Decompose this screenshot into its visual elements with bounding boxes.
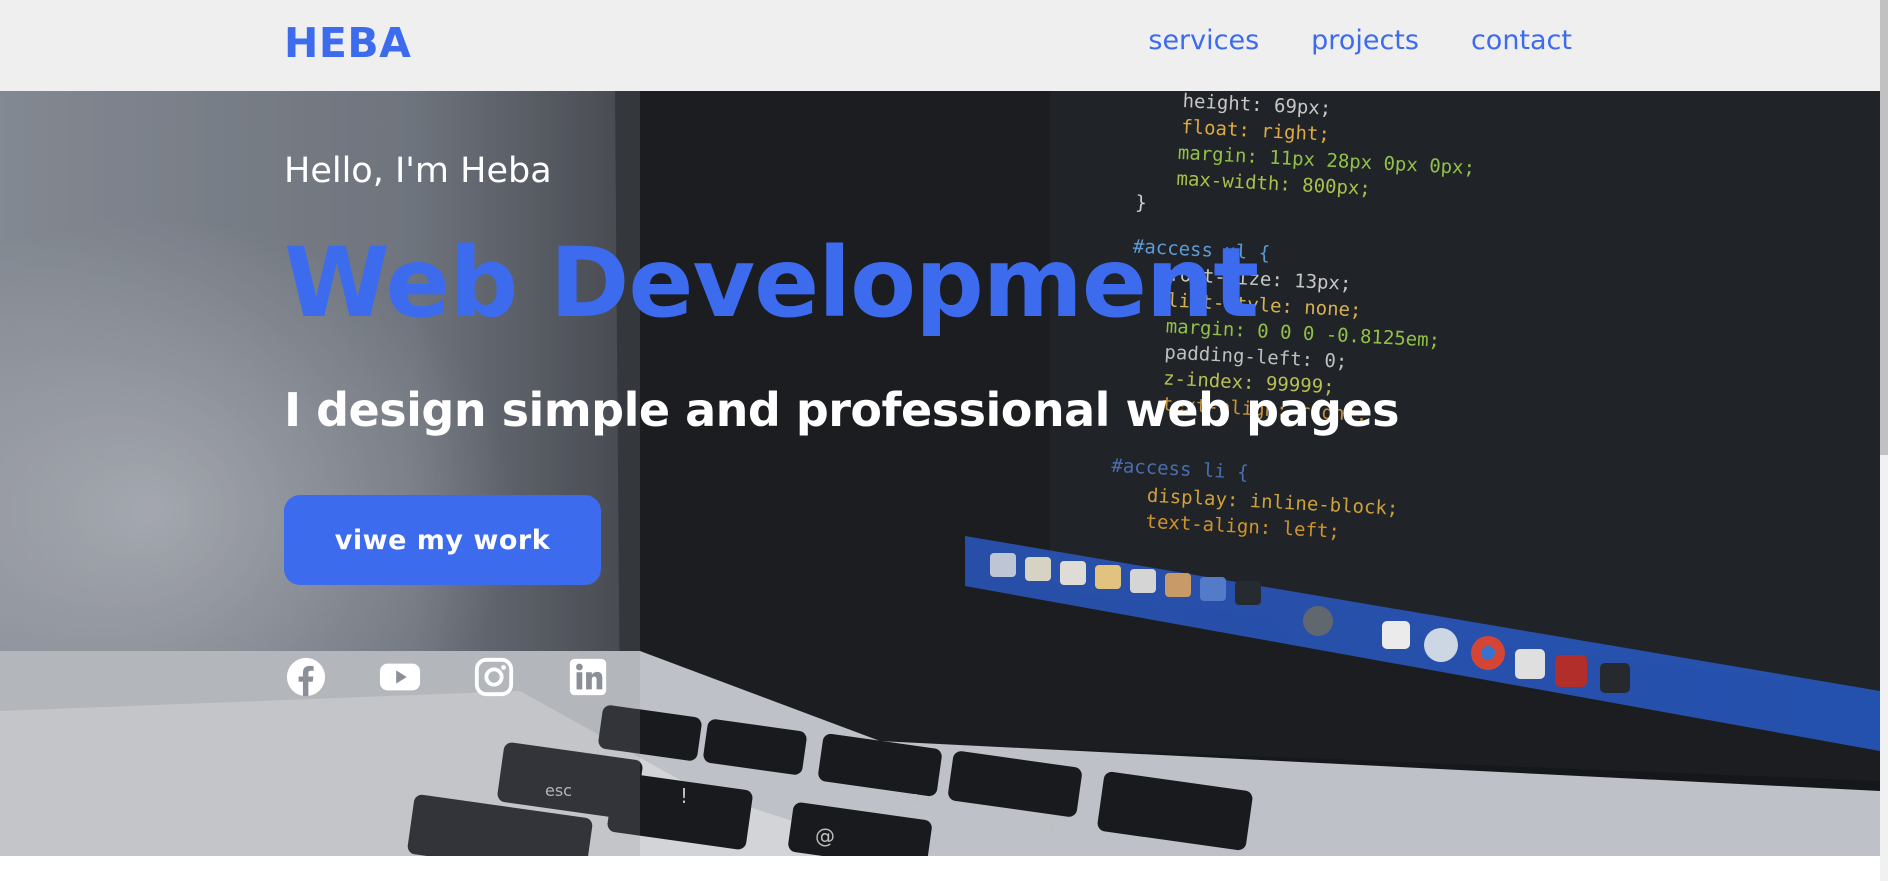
headline: Web Development: [284, 227, 1259, 339]
hero-section: height: 69px; float: right; margin: 11px…: [0, 91, 1880, 856]
navbar: HEBA services projects contact: [0, 0, 1880, 91]
greeting: Hello, I'm Heba: [284, 151, 552, 191]
instagram-icon[interactable]: [472, 656, 516, 698]
scrollbar-thumb[interactable]: [1880, 0, 1888, 455]
linkedin-icon[interactable]: [566, 656, 610, 698]
youtube-icon[interactable]: [378, 656, 422, 698]
hero-background-image: height: 69px; float: right; margin: 11px…: [0, 91, 1880, 856]
page-scrollbar[interactable]: [1880, 0, 1888, 881]
facebook-icon[interactable]: [284, 656, 328, 698]
nav-links: services projects contact: [1148, 25, 1572, 56]
logo[interactable]: HEBA: [284, 19, 411, 67]
nav-link-projects[interactable]: projects: [1311, 25, 1419, 56]
nav-link-contact[interactable]: contact: [1471, 25, 1572, 56]
view-my-work-button[interactable]: viwe my work: [284, 495, 601, 585]
subline: I design simple and professional web pag…: [284, 383, 1400, 437]
social-links: [284, 656, 610, 698]
nav-link-services[interactable]: services: [1148, 25, 1259, 56]
